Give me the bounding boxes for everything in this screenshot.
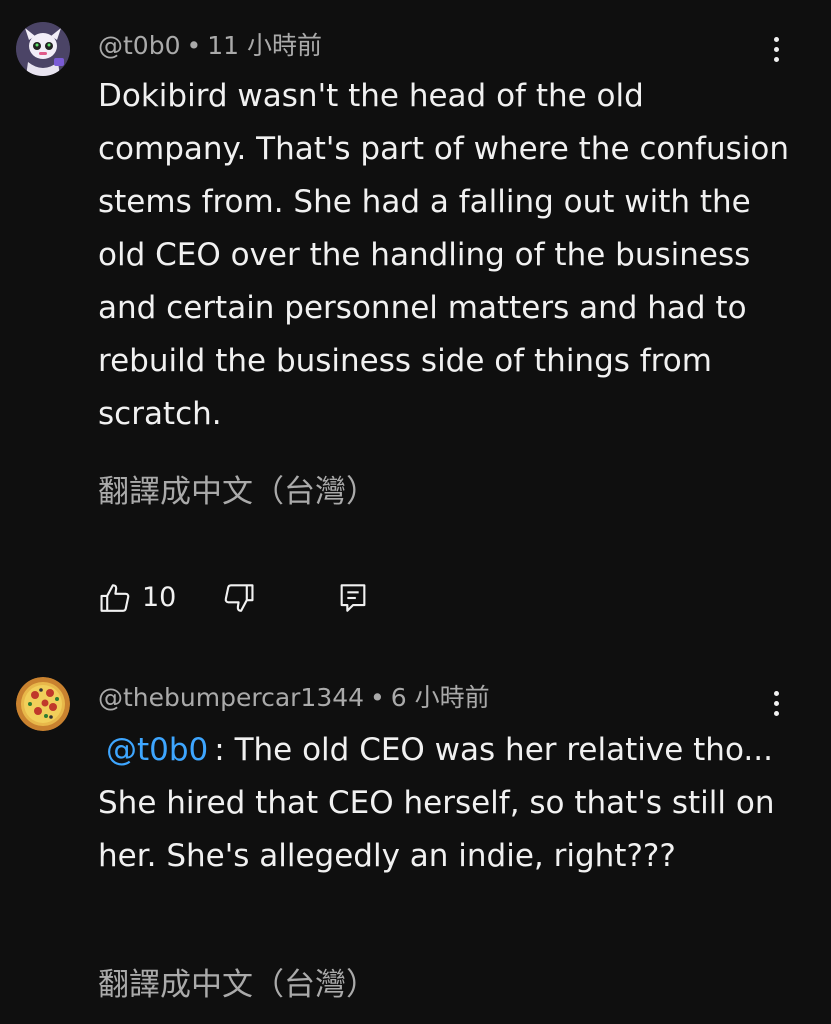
comment-text: Dokibird wasn't the head of the old comp… [98, 78, 789, 432]
comment-thread-item: @t0b0 • 11 小時前 Dokibird wasn't the head of… [0, 0, 831, 640]
thumb-down-icon [225, 584, 254, 612]
comment-time: 11 小時前 [207, 31, 322, 60]
dot [773, 690, 779, 696]
thumb-up-icon [100, 584, 130, 612]
robot-avatar-icon [16, 22, 70, 76]
user-avatar[interactable] [16, 22, 70, 76]
mention-link[interactable]: @t0b0 [106, 732, 208, 768]
dot [773, 56, 779, 62]
translate-button[interactable]: 翻譯成中文（台灣） [98, 965, 377, 1005]
dot [773, 710, 779, 716]
like-count: 10 [142, 582, 177, 613]
more-actions-button[interactable] [758, 685, 794, 721]
translate-button[interactable]: 翻譯成中文（台灣） [98, 472, 377, 512]
dot [773, 700, 779, 706]
comment-meta: @thebumpercar1344 • 6 小時前 [98, 683, 490, 713]
comment-text: @t0b0: The old CEO was her relative tho.… [98, 724, 798, 883]
more-actions-button[interactable] [758, 31, 794, 67]
comment-meta: @t0b0 • 11 小時前 [98, 31, 322, 61]
comment-thread-item: @thebumpercar1344 • 6 小時前 @t0b0: The old C… [0, 640, 831, 1024]
dot [773, 46, 779, 52]
reply-button[interactable] [336, 581, 370, 615]
author-handle[interactable]: @t0b0 [98, 31, 180, 60]
user-avatar[interactable] [16, 677, 70, 731]
author-handle[interactable]: @thebumpercar1344 [98, 683, 364, 712]
like-button[interactable]: 10 [98, 581, 176, 615]
separator-dot: • [370, 683, 385, 712]
dislike-button[interactable] [222, 581, 256, 615]
comment-actions: 10 [98, 578, 370, 618]
comment-time: 6 小時前 [390, 683, 490, 712]
dot [773, 36, 779, 42]
reply-comment-icon [340, 584, 366, 612]
separator-dot: • [186, 31, 202, 60]
pizza-avatar-icon [16, 677, 70, 731]
